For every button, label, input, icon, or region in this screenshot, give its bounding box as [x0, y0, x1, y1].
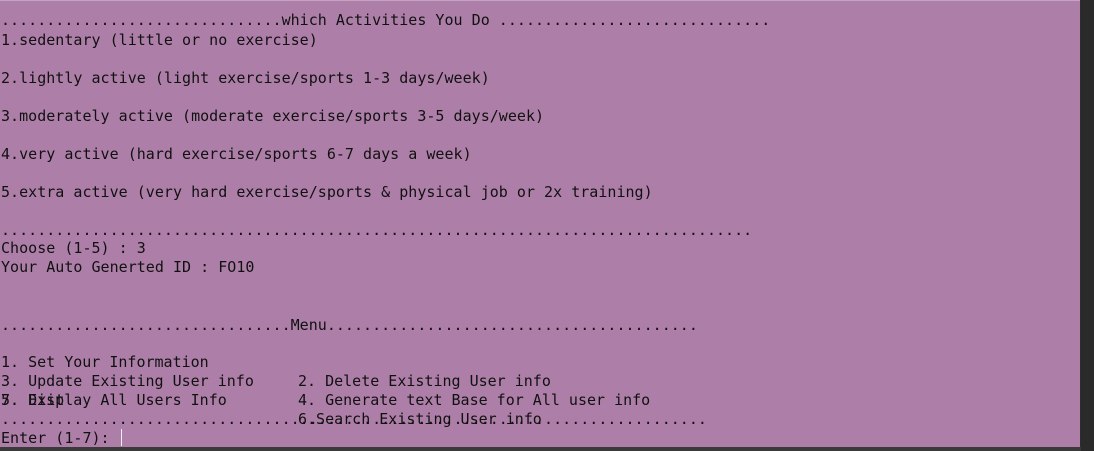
menu-row-1: 1. Set Your Information 2. Delete Existi… [1, 334, 1001, 390]
activity-option-5: 5.extra active (very hard exercise/sport… [1, 183, 653, 201]
terminal-output[interactable]: ...............................which Act… [0, 0, 1080, 448]
menu-item-exit: 7. Exit [1, 391, 65, 409]
text-cursor[interactable] [120, 429, 122, 446]
menu-row-3: 5. Display All Users Info 6.Search Exist… [1, 372, 1001, 428]
activity-option-2: 2.lightly active (light exercise/sports … [1, 69, 490, 87]
activity-option-3: 3.moderately active (moderate exercise/s… [1, 107, 545, 125]
activities-header: ...............................which Act… [1, 11, 771, 29]
window-bottom-edge [0, 447, 1081, 451]
enter-prompt-line[interactable]: Enter (1-7): [1, 429, 122, 448]
menu-header: ................................Menu....… [1, 316, 698, 334]
activities-separator: ........................................… [1, 221, 753, 239]
terminal-window: ...............................which Act… [0, 0, 1094, 451]
activity-option-1: 1.sedentary (little or no exercise) [1, 31, 318, 49]
menu-item-generate-text-base: 4. Generate text Base for All user info [298, 391, 651, 409]
choose-prompt: Choose (1-5) : 3 [1, 239, 146, 257]
generated-id-line: Your Auto Generted ID : FO10 [1, 258, 255, 276]
menu-row-2: 3. Update Existing User info 4. Generate… [1, 353, 1001, 409]
enter-prompt: Enter (1-7): [1, 429, 119, 447]
activity-option-4: 4.very active (hard exercise/sports 6-7 … [1, 145, 472, 163]
menu-separator: ........................................… [1, 410, 707, 428]
terminal-scrollbar[interactable] [1081, 0, 1094, 451]
